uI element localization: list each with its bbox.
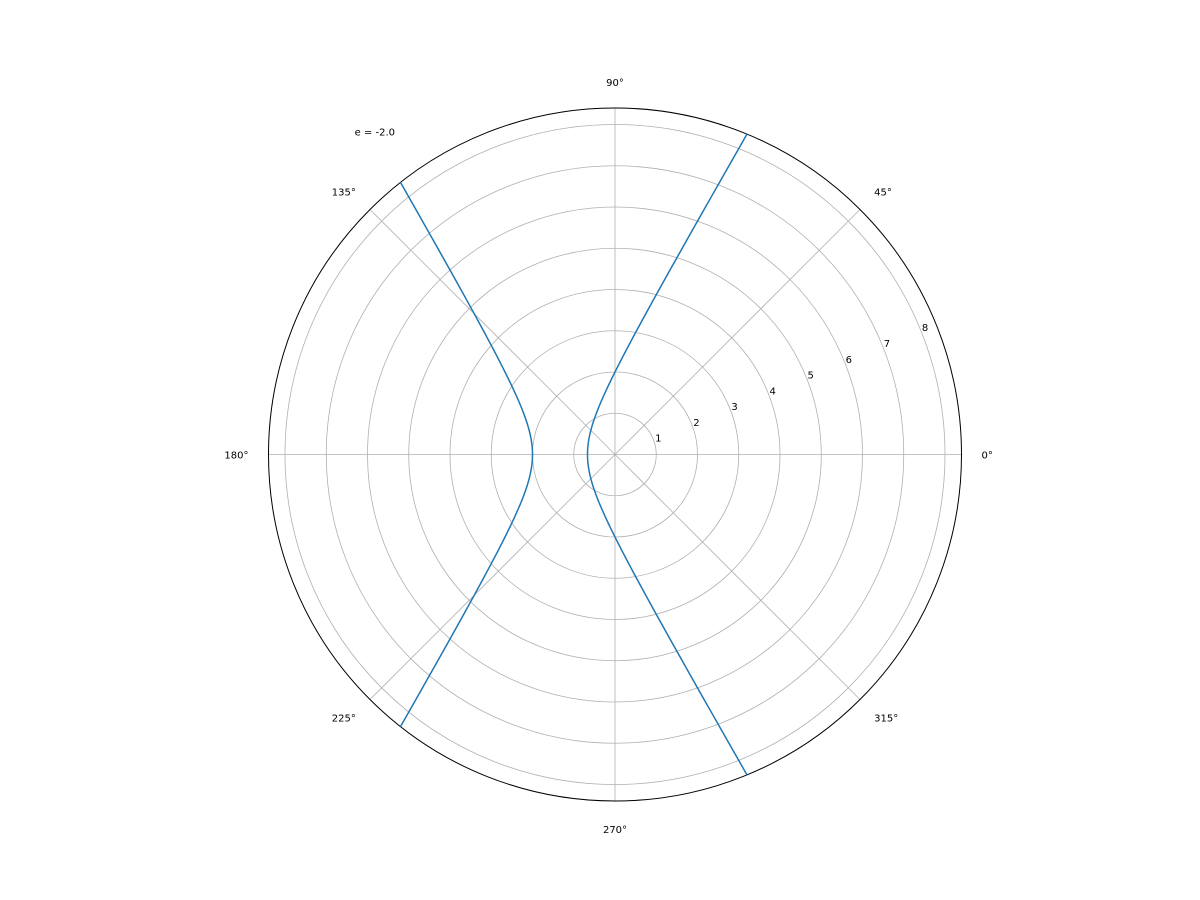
radial-tick-label: 1 <box>655 434 661 445</box>
grid-spoke <box>615 455 860 700</box>
angle-tick-label: 135° <box>332 187 356 198</box>
angle-tick-label: 315° <box>874 714 898 725</box>
grid-spoke <box>370 455 615 700</box>
annotation-e: e = -2.0 <box>355 128 395 139</box>
angle-tick-label: 90° <box>606 78 624 89</box>
radial-tick-label: 5 <box>808 371 814 382</box>
angle-tick-label: 45° <box>874 187 892 198</box>
angle-tick-label: 225° <box>332 714 356 725</box>
polar-chart: 0° 45° 90° 135° 180° 225° 270° 315° 1 2 3 4 5 6 7 8 e = … <box>0 0 1200 900</box>
radial-tick-label: 8 <box>922 323 928 334</box>
radial-tick-label: 2 <box>693 418 699 429</box>
angle-tick-label: 180° <box>224 451 248 462</box>
radial-tick-label: 4 <box>769 386 775 397</box>
grid-spoke <box>370 209 615 454</box>
radial-tick-label: 7 <box>884 339 890 350</box>
grid-spoke <box>615 209 860 454</box>
angle-tick-label: 270° <box>603 825 627 836</box>
radial-tick-label: 6 <box>846 355 852 366</box>
angle-tick-label: 0° <box>982 451 993 462</box>
radial-tick-label: 3 <box>731 402 737 413</box>
